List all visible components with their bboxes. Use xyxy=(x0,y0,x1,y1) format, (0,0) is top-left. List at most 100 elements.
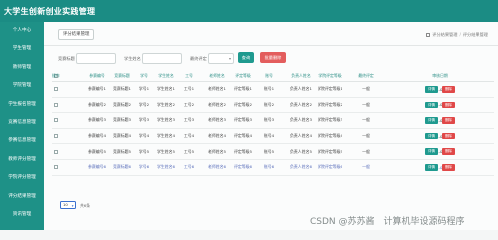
table-cell: 评定等级1 xyxy=(233,86,253,92)
table-cell: 竞赛标题6 xyxy=(112,164,132,170)
table-cell: 参赛编号2 xyxy=(87,101,107,107)
search-label-student: 学生姓名 xyxy=(124,56,141,61)
delete-button[interactable]: 删除 xyxy=(442,117,455,124)
table-row[interactable]: 参赛编号4 竞赛标题4 学号4 学生姓名4 工号4 老师姓名4 评定等级4 账号4 负责人姓名4… xyxy=(52,129,494,145)
table-cell: 账号5 xyxy=(263,148,275,154)
row-actions: 详情 删除 xyxy=(390,82,490,97)
table-cell: 学院评定等级2 xyxy=(318,101,342,107)
table-cell: 一般 xyxy=(362,117,370,123)
delete-button[interactable]: 删除 xyxy=(442,164,455,171)
table-header-row: 参赛编号 竞赛标题 学号 学生姓名 工号 老师姓名 评定等级 账号 负责人姓名 学院评定等级 最终评… xyxy=(52,70,494,82)
column-header: 学生姓名 xyxy=(158,72,174,78)
detail-button[interactable]: 详情 xyxy=(425,164,438,171)
row-actions: 详情 删除 xyxy=(390,98,490,113)
row-checkbox[interactable] xyxy=(54,87,58,92)
column-header: 工号 xyxy=(185,72,193,78)
table-cell: 账号1 xyxy=(263,86,275,92)
watermark: CSDN @苏苏酱 计算机毕设源码程序 xyxy=(310,217,465,227)
row-index xyxy=(60,144,82,159)
table-cell: 一般 xyxy=(362,164,370,170)
sidebar-item[interactable]: 学院评分管理 xyxy=(0,169,44,187)
tab-rating-results[interactable]: 评分结果管理 xyxy=(58,29,95,40)
row-checkbox[interactable] xyxy=(54,149,58,154)
row-checkbox[interactable] xyxy=(54,118,58,123)
search-input-title[interactable] xyxy=(76,53,116,64)
table-row[interactable]: 参赛编号6 竞赛标题6 学号6 学生姓名6 工号6 老师姓名6 评定等级6 账号6 负责人姓名6… xyxy=(52,160,494,176)
table-cell: 参赛编号3 xyxy=(87,117,107,123)
sidebar-item[interactable]: 资讯管理 xyxy=(0,206,44,224)
row-select-cell xyxy=(52,129,60,144)
table-cell: 老师姓名1 xyxy=(207,86,227,92)
delete-button[interactable]: 删除 xyxy=(442,101,455,109)
row-checkbox[interactable] xyxy=(54,102,58,107)
search-input-student[interactable] xyxy=(142,53,182,64)
table-row[interactable]: 参赛编号5 竞赛标题5 学号5 学生姓名5 工号5 老师姓名5 评定等级5 账号5 负责人姓名5… xyxy=(52,144,494,160)
table-cell: 学生姓名2 xyxy=(156,101,176,107)
home-icon[interactable] xyxy=(426,32,431,37)
table-row[interactable]: 参赛编号2 竞赛标题2 学号2 学生姓名2 工号2 老师姓名2 评定等级2 账号2 负责人姓名2… xyxy=(52,98,494,114)
table-cell: 学号4 xyxy=(138,133,150,139)
row-index xyxy=(60,129,82,144)
column-header: 账号 xyxy=(265,72,273,78)
table-row[interactable]: 参赛编号3 竞赛标题3 学号3 学生姓名3 工号3 老师姓名3 评定等级3 账号3 负责人姓名3… xyxy=(52,113,494,129)
breadcrumb-item[interactable]: 评分结果管理 xyxy=(432,32,457,37)
detail-button[interactable]: 详情 xyxy=(425,117,438,124)
sidebar-item[interactable]: 参赛信息管理 xyxy=(0,132,44,150)
chevron-down-icon: ▾ xyxy=(228,56,231,61)
delete-button[interactable]: 删除 xyxy=(442,148,455,155)
table-cell: 账号3 xyxy=(263,117,275,123)
table-cell: 工号2 xyxy=(183,101,195,107)
batch-delete-button[interactable]: 批量删除 xyxy=(260,52,286,63)
page-size-select[interactable]: 10 ▾ xyxy=(60,201,76,209)
table-cell: 竞赛标题2 xyxy=(112,101,132,107)
table-cell: 工号1 xyxy=(183,86,195,92)
detail-button[interactable]: 详情 xyxy=(425,86,438,93)
column-header: 老师姓名 xyxy=(209,72,225,78)
table-row[interactable]: 参赛编号1 竞赛标题1 学号1 学生姓名1 工号1 老师姓名1 评定等级1 账号1 负责人姓名1… xyxy=(52,82,494,98)
sidebar-item[interactable]: 教师管理 xyxy=(0,59,44,77)
table-cell: 参赛编号5 xyxy=(87,148,107,154)
sidebar-item[interactable]: 学生管理 xyxy=(0,40,44,58)
table-cell: 负责人姓名6 xyxy=(290,164,312,170)
row-checkbox[interactable] xyxy=(54,134,58,139)
table-cell: 一般 xyxy=(362,148,370,154)
column-header: 参赛编号 xyxy=(89,72,105,78)
breadcrumb-separator: / xyxy=(459,32,461,37)
row-select-cell xyxy=(52,113,60,128)
delete-button[interactable]: 删除 xyxy=(442,132,455,140)
table-cell: 学生姓名1 xyxy=(156,86,176,92)
column-header: 负责人姓名 xyxy=(291,72,311,78)
sidebar-item[interactable]: 评分结果管理 xyxy=(0,188,44,206)
breadcrumb-item: 评分结果管理 xyxy=(462,32,488,37)
sidebar-item[interactable]: 教师评分管理 xyxy=(0,151,44,169)
detail-button[interactable]: 详情 xyxy=(425,148,438,155)
sidebar-item[interactable]: 学生报名管理 xyxy=(0,96,44,114)
app-title: 大学生创新创业实践管理 xyxy=(4,7,96,16)
search-button[interactable]: 查询 xyxy=(238,52,254,63)
table-cell: 学院评定等级5 xyxy=(318,148,342,154)
detail-button[interactable]: 详情 xyxy=(425,101,438,109)
sidebar-item[interactable]: 竞赛信息管理 xyxy=(0,114,44,132)
table-cell: 竞赛标题1 xyxy=(112,86,132,92)
delete-button[interactable]: 删除 xyxy=(442,86,455,93)
sidebar: 个人中心 学生管理 教师管理 学院管理 学生报名管理 竞赛信息管理 参赛信息管理 教师评分管理… xyxy=(0,22,44,230)
detail-button[interactable]: 详情 xyxy=(425,132,438,140)
table-cell: 参赛编号4 xyxy=(87,133,107,139)
row-actions: 详情 删除 xyxy=(390,113,490,128)
table-cell: 老师姓名4 xyxy=(207,133,227,139)
page-size-value: 10 xyxy=(63,202,68,207)
search-bar: 竞赛标题 学生姓名 最终评定 ▾ 查询 批量删除 xyxy=(44,52,498,66)
table-cell: 评定等级6 xyxy=(233,164,253,170)
app-header: 大学生创新创业实践管理 xyxy=(0,0,498,22)
search-select-final[interactable]: ▾ xyxy=(208,53,234,64)
table-cell: 工号3 xyxy=(183,117,195,123)
table-cell: 账号6 xyxy=(263,164,275,170)
table-cell: 竞赛标题4 xyxy=(112,133,132,139)
column-header: 审核日期 xyxy=(432,72,448,78)
table-cell: 一般 xyxy=(362,86,370,92)
table-cell: 老师姓名5 xyxy=(207,148,227,154)
sidebar-item[interactable]: 个人中心 xyxy=(0,22,44,40)
sidebar-item[interactable]: 学院管理 xyxy=(0,77,44,95)
table-cell: 老师姓名3 xyxy=(207,117,227,123)
row-checkbox[interactable] xyxy=(54,165,58,170)
